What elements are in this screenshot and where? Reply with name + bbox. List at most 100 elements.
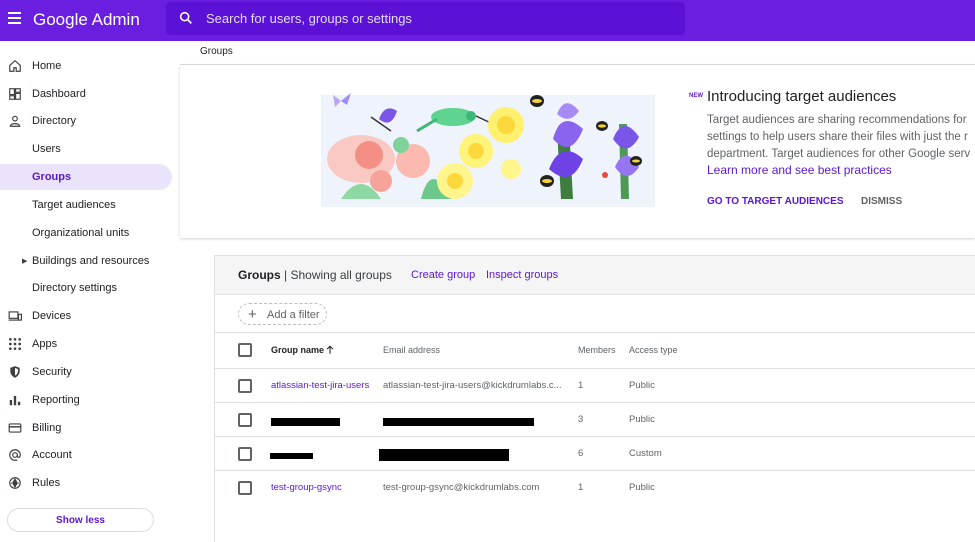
- sidebar-item-label: Directory settings: [32, 282, 117, 294]
- table-header: Group name Email address Members Access …: [215, 333, 975, 369]
- column-header-members[interactable]: Members: [578, 345, 616, 355]
- sidebar-item-label: Account: [32, 449, 72, 461]
- person-icon: [8, 114, 22, 128]
- sidebar-item-home[interactable]: Home: [0, 53, 172, 79]
- caret-right-icon[interactable]: ▶: [22, 257, 27, 265]
- sidebar-item-label: Users: [32, 143, 61, 155]
- arrow-up-icon[interactable]: [325, 345, 335, 355]
- breadcrumb[interactable]: Groups: [200, 46, 233, 57]
- row-checkbox[interactable]: [238, 481, 252, 495]
- redaction-bar: [271, 418, 340, 426]
- add-filter-button[interactable]: + Add a filter: [238, 303, 327, 325]
- group-email: atlassian-test-jira-users@kickdrumlabs.c…: [383, 380, 562, 391]
- column-header-email[interactable]: Email address: [383, 345, 440, 355]
- promo-title: Introducing target audiences: [707, 88, 897, 105]
- promo-body: Target audiences are sharing recommendat…: [707, 112, 975, 160]
- sidebar-item-directory[interactable]: Directory: [0, 108, 172, 134]
- inspect-groups-link[interactable]: Inspect groups: [486, 269, 558, 281]
- table-row[interactable]: 3 Public: [215, 403, 975, 437]
- go-to-target-audiences-button[interactable]: GO TO TARGET AUDIENCES: [707, 196, 844, 207]
- sidebar-item-label: Groups: [32, 171, 72, 183]
- row-checkbox[interactable]: [238, 413, 252, 427]
- sidebar-nav: Home Dashboard Directory Users Groups Ta…: [0, 41, 180, 542]
- dashboard-icon: [8, 87, 22, 101]
- sidebar-item-devices[interactable]: Devices: [0, 303, 172, 329]
- sidebar-item-label: Security: [32, 366, 72, 378]
- sidebar-item-dashboard[interactable]: Dashboard: [0, 81, 172, 107]
- column-header-access-type[interactable]: Access type: [629, 345, 678, 355]
- sidebar-item-groups[interactable]: Groups: [0, 164, 172, 190]
- redaction-bar: [379, 449, 509, 461]
- dismiss-button[interactable]: DISMISS: [861, 196, 902, 207]
- group-email: test-group-gsync@kickdrumlabs.com: [383, 482, 540, 493]
- promo-body-line: department. Target audiences for other G…: [707, 148, 971, 160]
- app-brand[interactable]: Google Admin: [33, 10, 140, 30]
- search-box[interactable]: [166, 2, 685, 35]
- table-row[interactable]: atlassian-test-jira-users atlassian-test…: [215, 369, 975, 403]
- promo-body-line: Target audiences are sharing recommendat…: [707, 114, 967, 126]
- devices-icon: [8, 309, 22, 323]
- group-access-type: Public: [629, 380, 655, 391]
- sidebar-item-account[interactable]: Account: [0, 442, 172, 468]
- sidebar-item-apps[interactable]: Apps: [0, 331, 172, 357]
- sidebar-item-users[interactable]: Users: [0, 136, 172, 162]
- sidebar-item-label: Directory: [32, 115, 77, 127]
- flowers-illustration: [321, 93, 655, 207]
- sidebar-item-billing[interactable]: Billing: [0, 415, 172, 441]
- panel-header: Groups | Showing all groups Create group…: [215, 255, 975, 295]
- at-sign-icon: [8, 448, 22, 462]
- top-app-bar: Google Admin: [0, 0, 975, 41]
- create-group-link[interactable]: Create group: [411, 269, 475, 281]
- sidebar-item-label: Target audiences: [32, 199, 116, 211]
- panel-title-main: Groups: [238, 268, 281, 282]
- group-access-type: Custom: [629, 448, 662, 459]
- promo-body-line: settings to help users share their files…: [707, 131, 968, 143]
- sidebar-item-label: Rules: [32, 477, 61, 489]
- sidebar-item-label: Apps: [32, 338, 58, 350]
- home-icon: [8, 59, 22, 73]
- sidebar-item-reporting[interactable]: Reporting: [0, 387, 172, 413]
- breadcrumb-bar: Groups: [180, 41, 975, 65]
- sidebar-item-label: Reporting: [32, 394, 80, 406]
- group-name-link[interactable]: test-group-gsync: [271, 482, 342, 493]
- sidebar-item-directory-settings[interactable]: Directory settings: [0, 275, 172, 301]
- menu-icon[interactable]: [8, 12, 21, 24]
- sidebar-item-buildings-and-resources[interactable]: ▶ Buildings and resources: [0, 248, 172, 274]
- group-access-type: Public: [629, 482, 655, 493]
- sidebar-item-organizational-units[interactable]: Organizational units: [0, 220, 172, 246]
- credit-card-icon: [8, 421, 22, 435]
- group-members-count: 6: [578, 448, 584, 459]
- search-icon[interactable]: [178, 10, 194, 26]
- target-audiences-promo-card: NEW Introducing target audiences Target …: [180, 65, 975, 238]
- filter-row: + Add a filter: [215, 295, 975, 333]
- panel-subtitle: | Showing all groups: [284, 268, 392, 282]
- sidebar-item-security[interactable]: Security: [0, 359, 172, 385]
- select-all-checkbox[interactable]: [238, 343, 252, 357]
- groups-panel: Groups | Showing all groups Create group…: [215, 255, 975, 542]
- row-checkbox[interactable]: [238, 447, 252, 461]
- table-row[interactable]: 6 Custom: [215, 437, 975, 471]
- redaction-bar: [383, 418, 534, 426]
- column-header-group-name[interactable]: Group name: [271, 345, 324, 355]
- group-members-count: 3: [578, 414, 584, 425]
- sidebar-item-label: Buildings and resources: [32, 255, 150, 267]
- sidebar-item-rules[interactable]: Rules: [0, 470, 172, 496]
- redaction-bar: [270, 453, 313, 459]
- search-input[interactable]: [206, 8, 666, 28]
- group-members-count: 1: [578, 482, 584, 493]
- group-name-link[interactable]: atlassian-test-jira-users: [271, 380, 369, 391]
- show-less-button[interactable]: Show less: [7, 508, 154, 532]
- row-checkbox[interactable]: [238, 379, 252, 393]
- sidebar-item-label: Billing: [32, 422, 62, 434]
- rules-icon: [8, 476, 22, 490]
- sidebar-item-label: Organizational units: [32, 227, 130, 239]
- table-row[interactable]: test-group-gsync test-group-gsync@kickdr…: [215, 471, 975, 505]
- learn-more-link[interactable]: Learn more and see best practices: [707, 163, 892, 177]
- group-members-count: 1: [578, 380, 584, 391]
- add-filter-label: Add a filter: [267, 309, 320, 321]
- sidebar-item-label: Devices: [32, 310, 72, 322]
- apps-grid-icon: [8, 337, 22, 351]
- panel-title: Groups | Showing all groups: [238, 268, 392, 282]
- sidebar-item-target-audiences[interactable]: Target audiences: [0, 192, 172, 218]
- new-badge: NEW: [689, 93, 703, 99]
